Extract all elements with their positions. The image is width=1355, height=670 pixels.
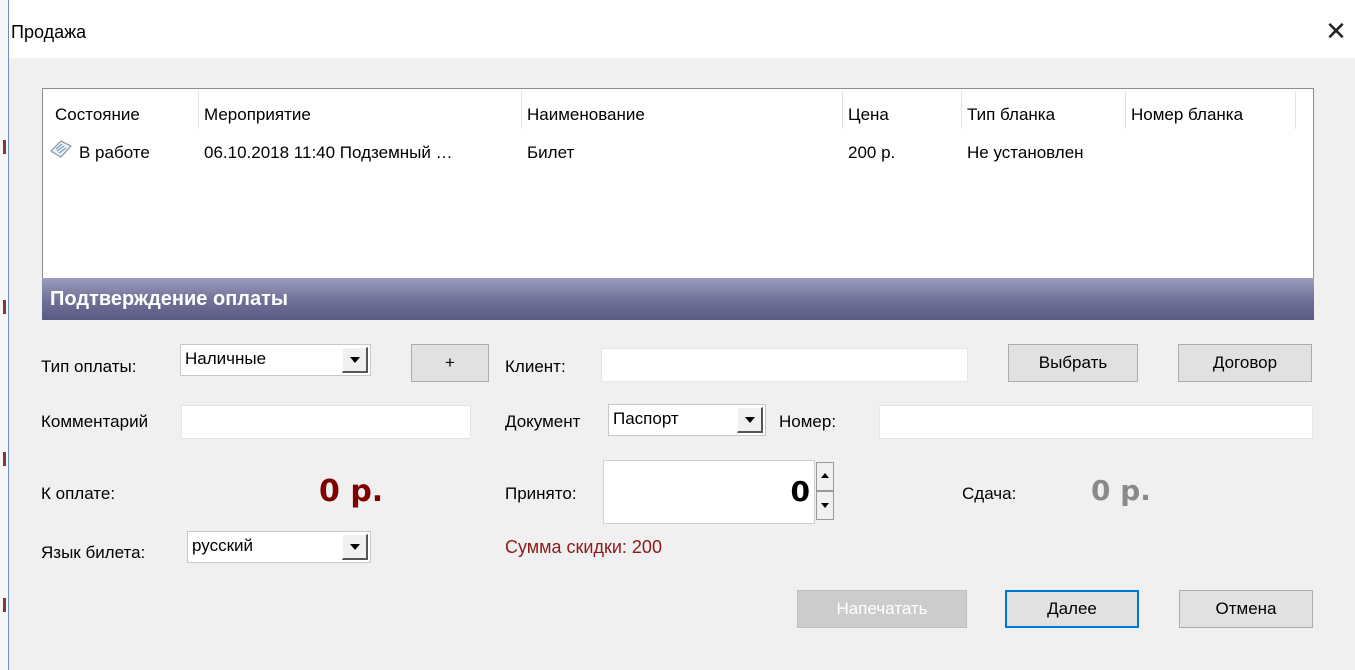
- received-value: 0: [790, 475, 810, 508]
- client-input[interactable]: [601, 348, 968, 382]
- received-label: Принято:: [505, 484, 577, 503]
- column-separator: [198, 91, 199, 129]
- chevron-down-icon[interactable]: [342, 347, 368, 373]
- number-label: Номер:: [779, 412, 837, 431]
- chevron-down-icon[interactable]: [342, 534, 368, 560]
- payment-type-select[interactable]: Наличные: [180, 344, 371, 376]
- column-separator: [842, 91, 843, 129]
- change-label: Сдача:: [962, 484, 1017, 503]
- document-type-value: Паспорт: [613, 409, 679, 428]
- payment-confirmation-header: Подтверждение оплаты: [42, 278, 1314, 320]
- cancel-button[interactable]: Отмена: [1179, 590, 1313, 628]
- payment-type-value: Наличные: [185, 349, 267, 368]
- column-header-price[interactable]: Цена: [848, 105, 889, 125]
- sale-items-grid[interactable]: Состояние Мероприятие Наименование Цена …: [42, 88, 1314, 280]
- cell-status: В работе: [79, 143, 150, 162]
- document-number-input[interactable]: [879, 405, 1313, 439]
- sale-dialog: Продажа ✕ Состояние Мероприятие Наименов…: [9, 0, 1355, 670]
- cell-blank-type: Не установлен: [967, 143, 1084, 162]
- payment-type-label: Тип оплаты:: [41, 357, 137, 376]
- contract-button[interactable]: Договор: [1178, 344, 1312, 382]
- column-header-name[interactable]: Наименование: [527, 105, 645, 125]
- cell-price: 200 р.: [848, 143, 896, 162]
- spin-down-icon[interactable]: [816, 491, 834, 520]
- client-label: Клиент:: [505, 357, 566, 376]
- column-separator: [1295, 91, 1296, 129]
- change-value: 0 р.: [1091, 474, 1151, 507]
- received-spinner[interactable]: [816, 462, 834, 520]
- title-bar: Продажа ✕: [9, 0, 1355, 58]
- ticket-language-value: русский: [192, 536, 254, 555]
- spin-up-icon[interactable]: [816, 462, 834, 491]
- column-separator: [521, 91, 522, 129]
- column-header-status[interactable]: Состояние: [55, 105, 140, 125]
- print-button[interactable]: Напечатать: [797, 590, 967, 628]
- comment-label: Комментарий: [41, 412, 149, 431]
- chevron-down-icon[interactable]: [737, 407, 763, 433]
- window-title: Продажа: [11, 22, 87, 42]
- select-client-button[interactable]: Выбрать: [1008, 344, 1138, 382]
- received-input[interactable]: 0: [603, 460, 815, 524]
- amount-due-value: 0 р.: [319, 474, 384, 509]
- cell-event: 06.10.2018 11:40 Подземный …: [204, 143, 453, 162]
- discount-amount-text: Сумма скидки: 200: [505, 537, 662, 557]
- contract-label: Договор: [1212, 353, 1278, 372]
- column-header-blank-type[interactable]: Тип бланка: [967, 105, 1055, 125]
- background-window-edge: [0, 0, 9, 670]
- select-client-label: Выбрать: [1038, 353, 1108, 372]
- column-header-event[interactable]: Мероприятие: [204, 105, 311, 125]
- add-payment-button[interactable]: +: [411, 344, 489, 382]
- ticket-language-select[interactable]: русский: [187, 531, 371, 563]
- document-type-select[interactable]: Паспорт: [608, 404, 766, 436]
- ticket-language-label: Язык билета:: [41, 543, 146, 562]
- column-separator: [1125, 91, 1126, 129]
- cell-name: Билет: [527, 143, 575, 162]
- document-icon: [50, 140, 72, 158]
- to-pay-label: К оплате:: [41, 484, 116, 503]
- document-label: Документ: [505, 412, 581, 431]
- next-button[interactable]: Далее: [1005, 590, 1139, 628]
- close-button[interactable]: ✕: [1321, 16, 1351, 46]
- column-header-blank-number[interactable]: Номер бланка: [1131, 105, 1243, 125]
- column-separator: [961, 91, 962, 129]
- comment-input[interactable]: [181, 405, 471, 439]
